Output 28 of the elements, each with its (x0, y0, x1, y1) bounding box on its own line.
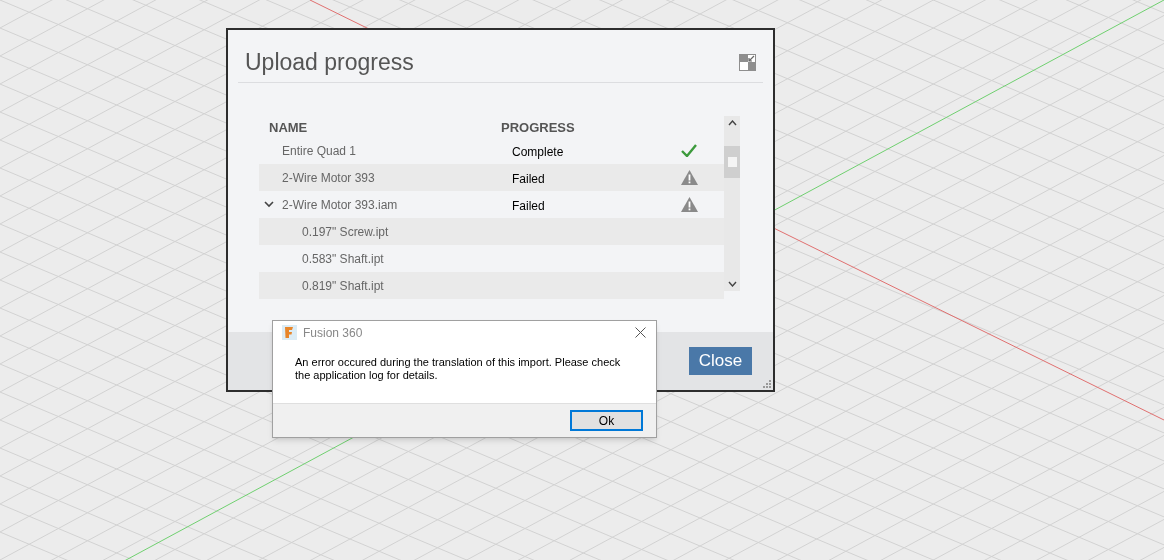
message-box-title: Fusion 360 (303, 324, 363, 342)
resize-grip-icon[interactable] (763, 380, 771, 388)
file-name: 0.583" Shaft.ipt (302, 250, 384, 268)
file-name: Entire Quad 1 (282, 142, 357, 160)
file-name: 0.197" Screw.ipt (302, 223, 389, 241)
warning-icon (680, 197, 698, 212)
chevron-down-icon[interactable] (727, 281, 737, 287)
chevron-icon[interactable] (264, 201, 274, 208)
restore-icon[interactable] (739, 53, 756, 71)
file-name: 2-Wire Motor 393 (282, 169, 375, 187)
scrollbar-thumb[interactable] (724, 146, 740, 178)
warning-icon (680, 170, 698, 185)
ok-button[interactable]: Ok (570, 409, 643, 431)
scrollbar[interactable] (724, 116, 740, 291)
close-icon[interactable] (635, 327, 646, 339)
progress-status: Failed (512, 198, 545, 213)
checkmark-icon (681, 144, 697, 157)
dialog-title: Upload progress (245, 47, 414, 77)
progress-status: Failed (512, 171, 545, 186)
column-header: PROGRESS (501, 118, 575, 137)
app-logo-icon (282, 325, 297, 341)
progress-status: Complete (512, 144, 564, 159)
chevron-up-icon[interactable] (727, 120, 737, 126)
close-button[interactable]: Close (689, 347, 752, 375)
column-header: NAME (268, 118, 309, 137)
file-name: 0.819" Shaft.ipt (302, 277, 384, 295)
file-name: 2-Wire Motor 393.iam (282, 196, 398, 214)
error-message: An error occured during the translation of this import. Please check the application log for details. (294, 355, 622, 384)
